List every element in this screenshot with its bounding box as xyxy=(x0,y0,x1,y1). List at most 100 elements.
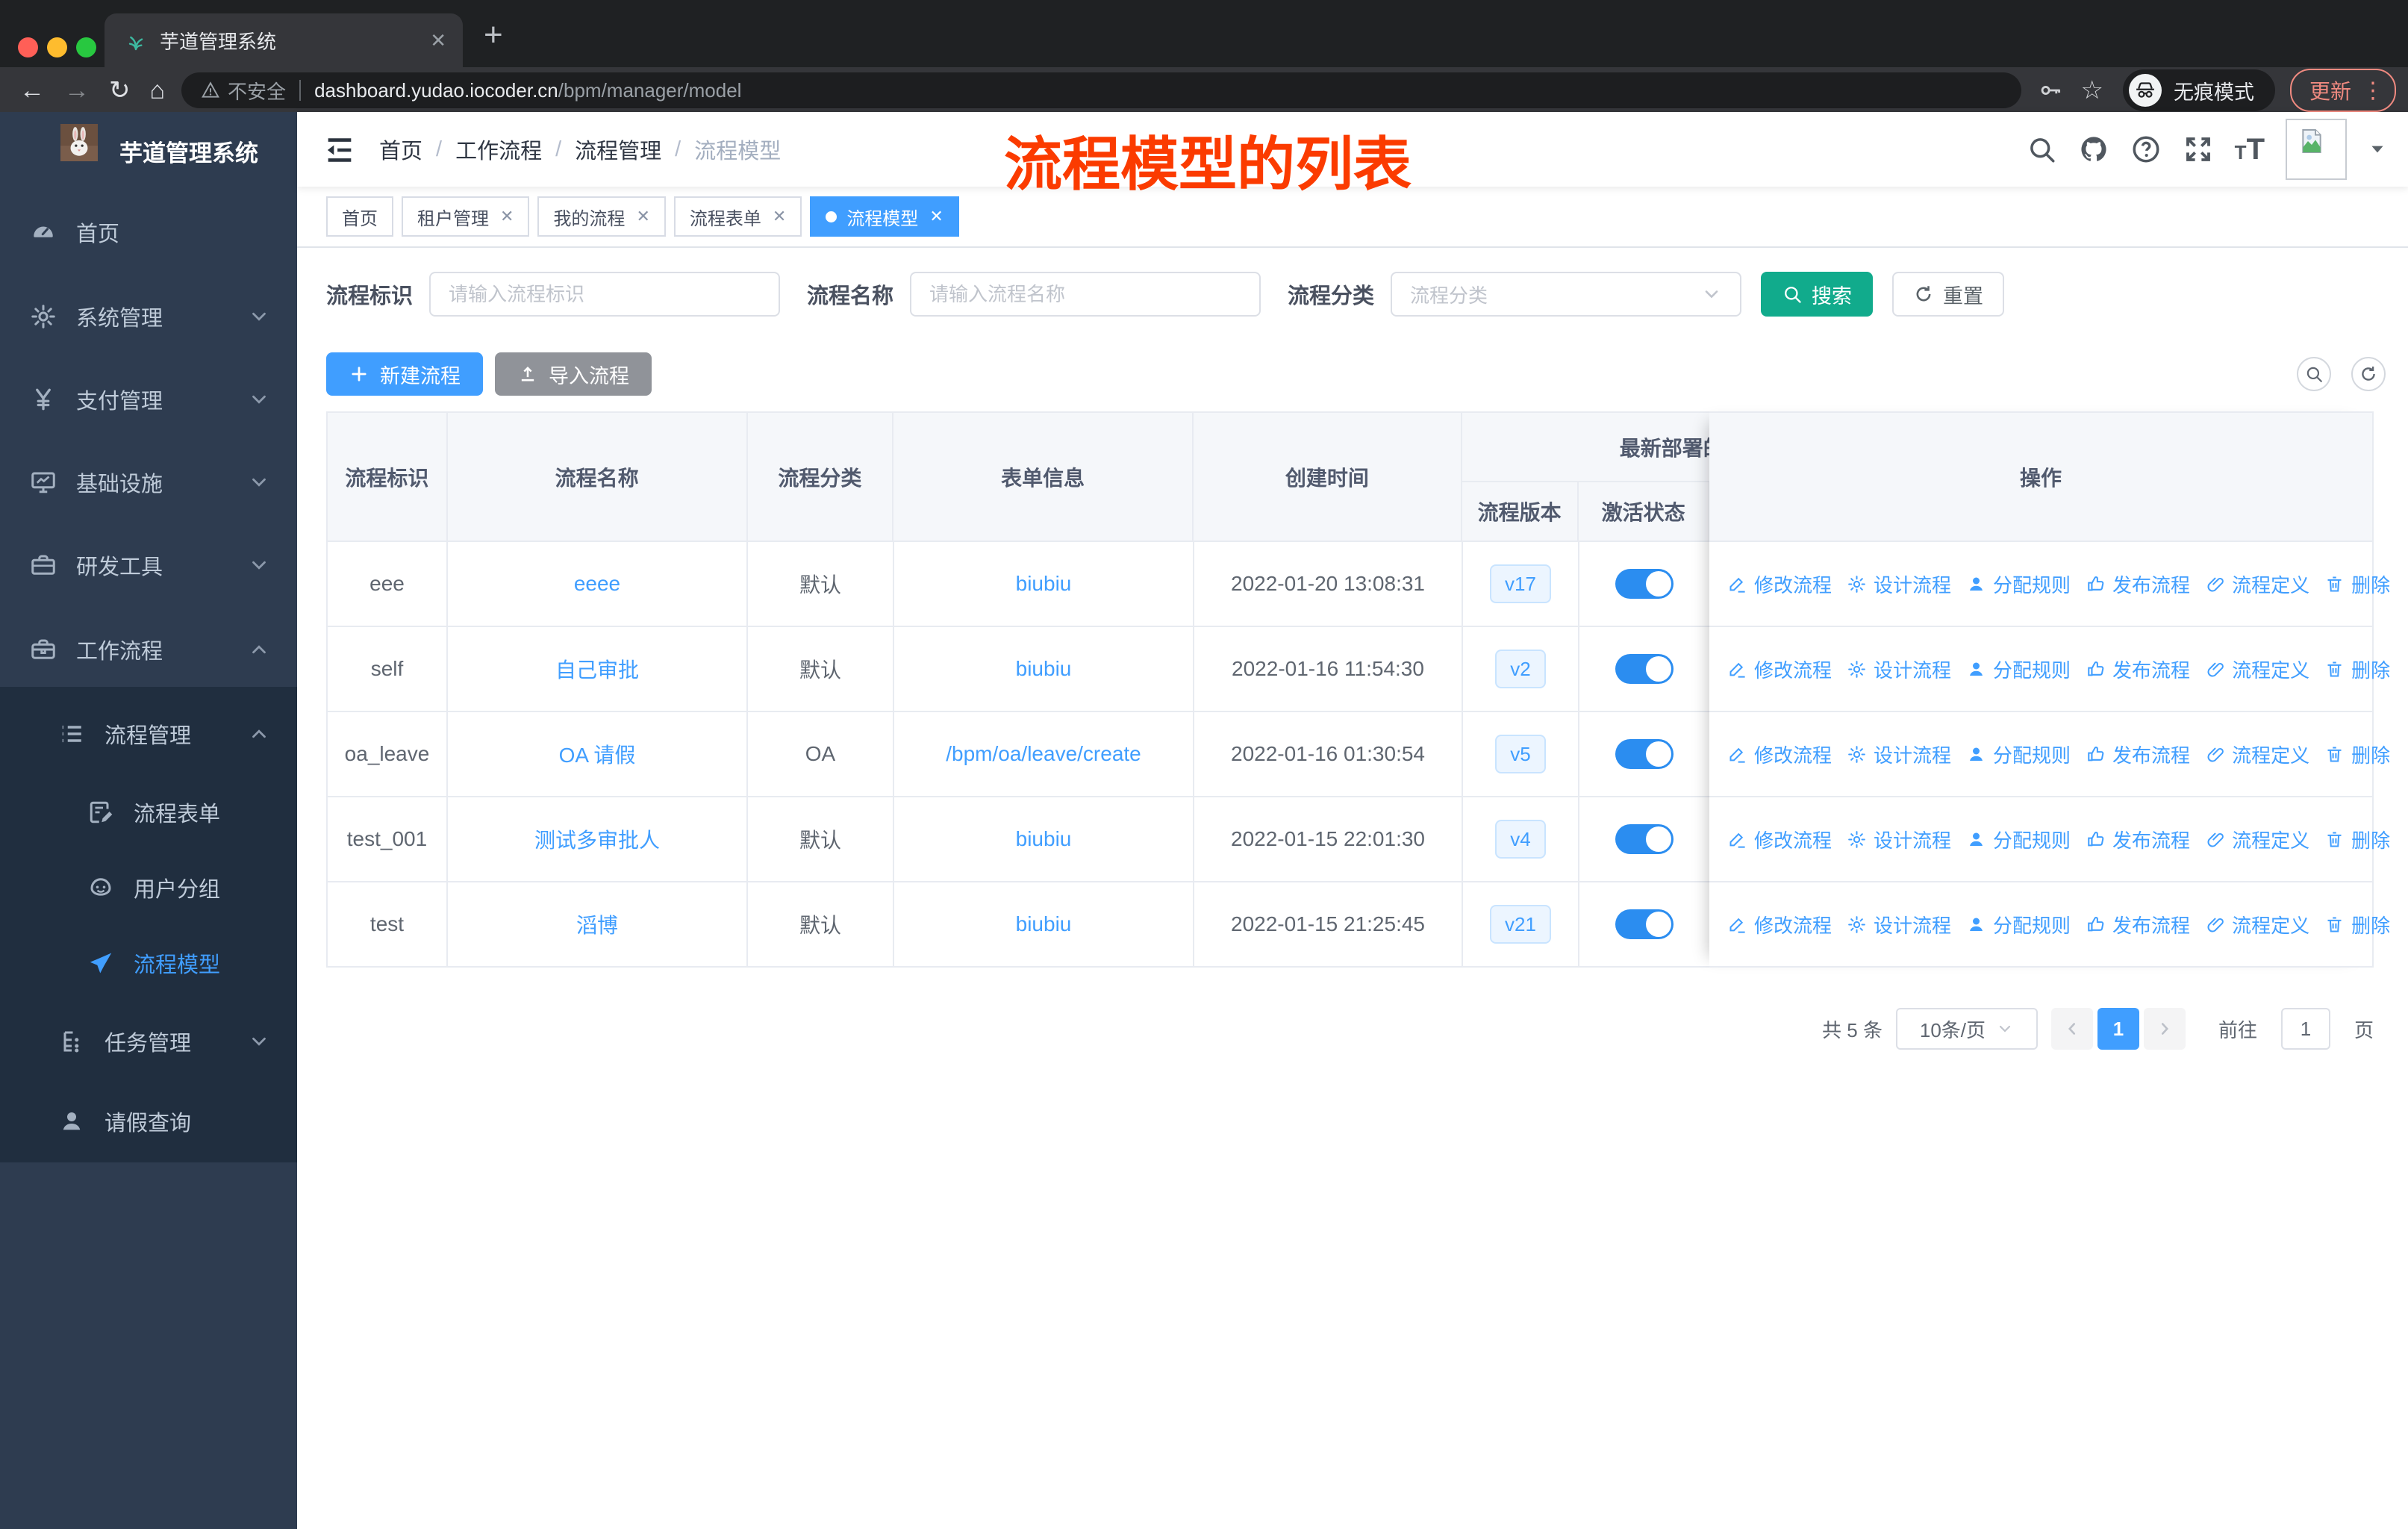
new-tab-button[interactable]: + xyxy=(484,16,503,54)
publish-hand-action-link[interactable]: 发布流程 xyxy=(2086,911,2190,938)
goto-page-input[interactable] xyxy=(2280,1008,2330,1050)
edit-action-link[interactable]: 修改流程 xyxy=(1727,826,1832,853)
tag-close-icon[interactable]: ✕ xyxy=(636,207,649,226)
form-link[interactable]: /bpm/oa/leave/create xyxy=(946,742,1141,766)
design-gear-action-link[interactable]: 设计流程 xyxy=(1847,826,1951,853)
edit-action-link[interactable]: 修改流程 xyxy=(1727,741,1832,768)
model-name-link[interactable]: OA 请假 xyxy=(559,739,636,769)
tag-close-icon[interactable]: ✕ xyxy=(500,207,514,226)
browser-tab[interactable]: 芋道管理系统 ✕ xyxy=(105,13,463,67)
forward-icon[interactable]: → xyxy=(64,76,90,105)
form-link[interactable]: biubiu xyxy=(1016,827,1072,851)
tag-我的流程[interactable]: 我的流程 ✕ xyxy=(537,196,666,237)
sidebar-item-send[interactable]: 流程模型 xyxy=(0,926,297,1000)
collapse-sidebar-icon[interactable] xyxy=(322,133,357,167)
import-model-button[interactable]: 导入流程 xyxy=(495,352,652,396)
tag-close-icon[interactable]: ✕ xyxy=(929,207,943,226)
reset-button[interactable]: 重置 xyxy=(1892,272,2005,317)
form-link[interactable]: biubiu xyxy=(1016,912,1072,936)
active-toggle[interactable] xyxy=(1615,739,1674,769)
design-gear-action-link[interactable]: 设计流程 xyxy=(1847,911,1951,938)
model-name-link[interactable]: 滔博 xyxy=(576,909,618,939)
paperclip-action-link[interactable]: 流程定义 xyxy=(2205,741,2309,768)
home-icon[interactable]: ⌂ xyxy=(150,76,166,105)
assign-user-action-link[interactable]: 分配规则 xyxy=(1966,655,2071,683)
paperclip-action-link[interactable]: 流程定义 xyxy=(2205,570,2309,598)
bookmark-star-icon[interactable]: ☆ xyxy=(2081,75,2103,105)
filter-category-select[interactable]: 流程分类 xyxy=(1391,272,1742,317)
hide-search-button[interactable] xyxy=(2297,357,2331,391)
filter-id-input[interactable] xyxy=(429,272,781,317)
trash-action-link[interactable]: 删除 xyxy=(2324,655,2390,683)
avatar[interactable] xyxy=(2286,119,2347,180)
edit-action-link[interactable]: 修改流程 xyxy=(1727,911,1832,938)
publish-hand-action-link[interactable]: 发布流程 xyxy=(2086,741,2190,768)
assign-user-action-link[interactable]: 分配规则 xyxy=(1966,826,2071,853)
design-gear-action-link[interactable]: 设计流程 xyxy=(1847,570,1951,598)
trash-action-link[interactable]: 删除 xyxy=(2324,570,2390,598)
assign-user-action-link[interactable]: 分配规则 xyxy=(1966,741,2071,768)
tag-首页[interactable]: 首页 xyxy=(326,196,393,237)
tag-close-icon[interactable]: ✕ xyxy=(773,207,786,226)
prev-page-button[interactable] xyxy=(2050,1008,2093,1050)
page-size-select[interactable]: 10条/页 xyxy=(1895,1008,2038,1050)
sidebar-item-dashboard[interactable]: 首页 xyxy=(0,195,297,270)
sidebar-item-briefcase[interactable]: 研发工具 xyxy=(0,528,297,602)
model-name-link[interactable]: 测试多审批人 xyxy=(534,824,660,854)
trash-action-link[interactable]: 删除 xyxy=(2324,911,2390,938)
form-link[interactable]: biubiu xyxy=(1016,657,1072,681)
active-toggle[interactable] xyxy=(1615,569,1674,599)
trash-action-link[interactable]: 删除 xyxy=(2324,741,2390,768)
back-icon[interactable]: ← xyxy=(19,76,45,105)
publish-hand-action-link[interactable]: 发布流程 xyxy=(2086,570,2190,598)
design-gear-action-link[interactable]: 设计流程 xyxy=(1847,741,1951,768)
current-page[interactable]: 1 xyxy=(2097,1008,2139,1050)
publish-hand-action-link[interactable]: 发布流程 xyxy=(2086,826,2190,853)
tag-租户管理[interactable]: 租户管理 ✕ xyxy=(402,196,530,237)
active-toggle[interactable] xyxy=(1615,654,1674,684)
refresh-table-button[interactable] xyxy=(2351,357,2386,391)
address-bar[interactable]: 不安全 dashboard.yudao.iocoder.cn /bpm/mana… xyxy=(181,72,2021,108)
tag-流程表单[interactable]: 流程表单 ✕ xyxy=(673,196,802,237)
edit-action-link[interactable]: 修改流程 xyxy=(1727,655,1832,683)
sidebar-item-form[interactable]: 流程表单 xyxy=(0,775,297,850)
filter-name-input[interactable] xyxy=(910,272,1261,317)
tab-close-icon[interactable]: ✕ xyxy=(430,29,446,52)
caret-down-icon[interactable] xyxy=(2368,140,2387,159)
breadcrumb-item[interactable]: 首页 xyxy=(379,134,422,165)
next-page-button[interactable] xyxy=(2143,1008,2186,1050)
browser-menu-icon[interactable]: ⋮ xyxy=(2362,78,2384,104)
password-key-icon[interactable] xyxy=(2038,78,2063,103)
sidebar-item-yen[interactable]: 支付管理 xyxy=(0,362,297,437)
sidebar-item-group[interactable]: 用户分组 xyxy=(0,850,297,925)
help-icon[interactable] xyxy=(2130,134,2162,165)
sidebar-item-tasks[interactable]: 任务管理 xyxy=(0,1004,297,1079)
breadcrumb-item[interactable]: 工作流程 xyxy=(455,134,542,165)
sidebar-item-gear[interactable]: 系统管理 xyxy=(0,279,297,354)
breadcrumb-item[interactable]: 流程模型 xyxy=(694,134,781,165)
model-name-link[interactable]: 自己审批 xyxy=(555,654,639,684)
tag-流程模型[interactable]: 流程模型 ✕ xyxy=(810,196,959,237)
active-toggle[interactable] xyxy=(1615,909,1674,939)
active-toggle[interactable] xyxy=(1615,824,1674,854)
design-gear-action-link[interactable]: 设计流程 xyxy=(1847,655,1951,683)
assign-user-action-link[interactable]: 分配规则 xyxy=(1966,911,2071,938)
sidebar-item-listmenu[interactable]: 流程管理 xyxy=(0,697,297,771)
paperclip-action-link[interactable]: 流程定义 xyxy=(2205,911,2309,938)
create-model-button[interactable]: 新建流程 xyxy=(326,352,483,396)
search-icon[interactable] xyxy=(2026,134,2057,165)
assign-user-action-link[interactable]: 分配规则 xyxy=(1966,570,2071,598)
window-zoom-button[interactable] xyxy=(76,37,96,57)
font-size-icon[interactable]: TT xyxy=(2235,133,2265,166)
update-button[interactable]: 更新 ⋮ xyxy=(2289,69,2396,112)
publish-hand-action-link[interactable]: 发布流程 xyxy=(2086,655,2190,683)
trash-action-link[interactable]: 删除 xyxy=(2324,826,2390,853)
reload-icon[interactable]: ↻ xyxy=(109,75,131,105)
sidebar-item-user[interactable]: 请假查询 xyxy=(0,1084,297,1159)
model-name-link[interactable]: eeee xyxy=(574,572,620,596)
window-close-button[interactable] xyxy=(18,37,38,57)
edit-action-link[interactable]: 修改流程 xyxy=(1727,570,1832,598)
form-link[interactable]: biubiu xyxy=(1016,572,1072,596)
sidebar-item-monitor[interactable]: 基础设施 xyxy=(0,445,297,520)
paperclip-action-link[interactable]: 流程定义 xyxy=(2205,655,2309,683)
